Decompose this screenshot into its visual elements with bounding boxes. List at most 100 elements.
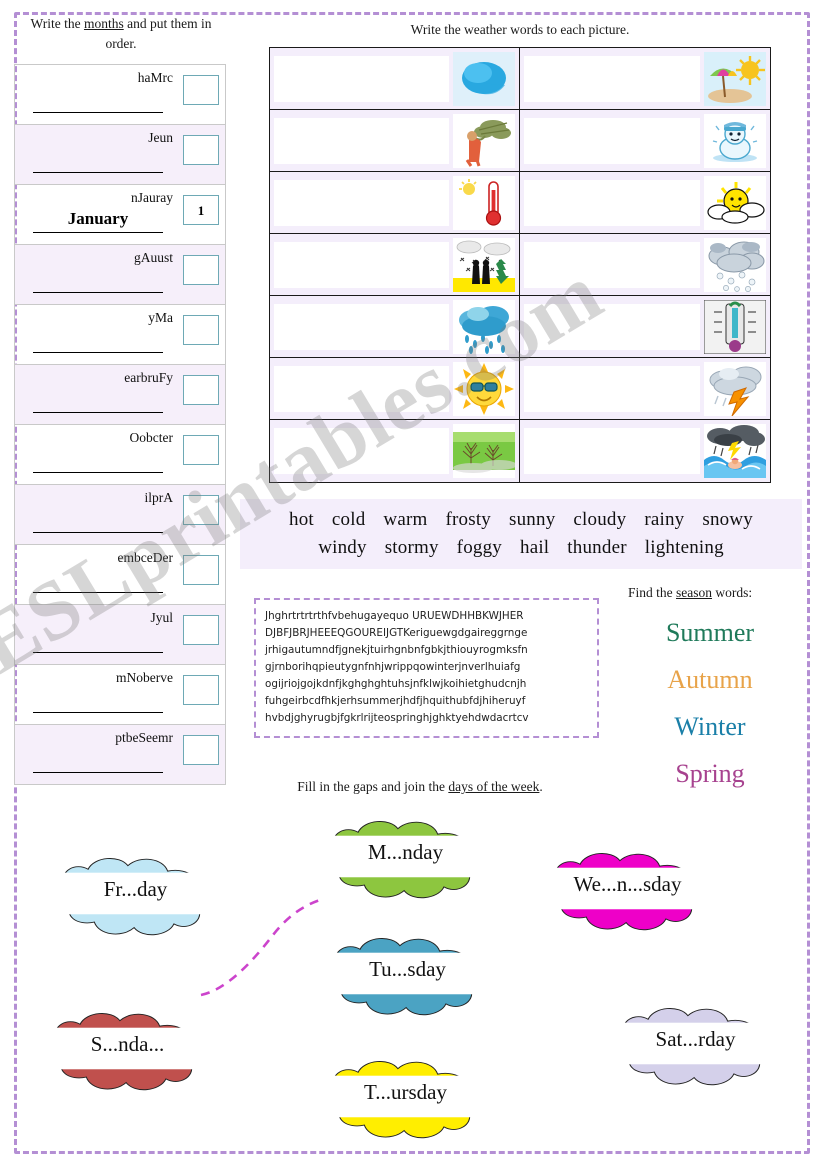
weather-answer-box[interactable] (274, 241, 449, 288)
month-order-box[interactable] (183, 494, 219, 525)
word-search-line[interactable]: Jhghrtrtrtrthfvbehugayequo URUEWDHHBKWJH… (265, 608, 588, 625)
weather-cell (270, 358, 520, 419)
month-order-box[interactable] (183, 614, 219, 645)
thermometer-hot-icon (453, 175, 515, 230)
weather-answer-box[interactable] (274, 303, 449, 350)
weather-answer-box[interactable] (274, 365, 449, 412)
word-bank-word: hail (520, 536, 550, 558)
month-order-box[interactable] (183, 734, 219, 765)
foggy-field-icon (453, 424, 515, 478)
cold-thermometer-icon (704, 299, 766, 354)
word-bank-word: warm (383, 509, 428, 530)
month-order-box[interactable]: 1 (183, 194, 219, 225)
season-word-search: Jhghrtrtrtrthfvbehugayequo URUEWDHHBKWJH… (254, 598, 599, 738)
seasons-instruction-post: words: (712, 585, 753, 600)
day-label: We...n...sday (573, 872, 682, 896)
weather-answer-box[interactable] (274, 55, 449, 102)
day-label: T...ursday (363, 1080, 447, 1104)
month-scrambled-word: haMrc (137, 69, 173, 85)
month-scrambled-word: earbruFy (124, 369, 173, 385)
weather-answer-box[interactable] (274, 428, 449, 474)
day-cloud-tuesday[interactable]: Tu...sday (310, 925, 505, 1020)
month-answer-line[interactable] (33, 651, 163, 653)
word-search-line[interactable]: hvbdjghyrugbjfgkrlrijteospringhjghktyehd… (265, 710, 588, 727)
weather-answer-box[interactable] (524, 365, 700, 412)
month-answer-line[interactable] (33, 111, 163, 113)
weather-row (270, 420, 770, 482)
month-order-box[interactable] (183, 674, 219, 705)
word-bank-word: sunny (509, 509, 556, 530)
month-order-box[interactable] (183, 254, 219, 285)
day-cloud-friday[interactable]: Fr...day (38, 845, 233, 940)
word-search-line[interactable]: DJBFJBRJHEEEQGOUREIJGTKeriguewgdgaireggr… (265, 625, 588, 642)
month-answer-line[interactable] (33, 591, 163, 593)
month-order-box[interactable] (183, 554, 219, 585)
word-bank-row-1: hot cold warm frosty sunny cloudy rainy snowy (246, 506, 796, 534)
weather-cell (520, 172, 770, 233)
season-word-spring: Spring (675, 759, 745, 788)
day-cloud-monday[interactable]: M...nday (308, 808, 503, 903)
day-label: Fr...day (103, 877, 168, 901)
day-cloud-wednesday[interactable]: We...n...sday (530, 840, 725, 935)
weather-cell (270, 420, 520, 482)
weather-instruction: Write the weather words to each picture. (410, 22, 630, 37)
season-word-summer: Summer (665, 618, 755, 647)
weather-row (270, 234, 770, 296)
weather-row (270, 110, 770, 172)
weather-cell (270, 234, 520, 295)
weather-answer-box[interactable] (524, 241, 700, 288)
word-search-line[interactable]: jrhigautumndfjgnekjtuirhgnbnfgbkjthiouyr… (265, 642, 588, 659)
month-answer-line[interactable] (33, 711, 163, 713)
month-order-box[interactable] (183, 74, 219, 105)
day-cloud-saturday[interactable]: Sat...rday (598, 995, 793, 1090)
word-search-line[interactable]: ogijriojgojkdnfjkghghghtuhsjnfklwjkoihie… (265, 676, 588, 693)
weather-cell (270, 296, 520, 357)
word-search-line[interactable]: fuhgeirbcdfhkjerhsummerjhdfjhquithubfdjh… (265, 693, 588, 710)
month-answer-line[interactable] (33, 771, 163, 773)
word-bank-word: snowy (702, 509, 753, 530)
month-scrambled-word: yMa (148, 309, 173, 325)
day-cloud-sunday[interactable]: S...nda... (30, 1000, 225, 1095)
month-answer-line[interactable] (33, 531, 163, 533)
weather-answer-box[interactable] (274, 179, 449, 226)
month-order-box[interactable] (183, 314, 219, 345)
weather-answer-box[interactable] (524, 117, 700, 164)
month-scrambled-word: Jyul (150, 609, 173, 625)
month-answer-line[interactable] (33, 351, 163, 353)
month-answer-line[interactable] (33, 471, 163, 473)
month-row: gAuust (15, 244, 225, 305)
month-scrambled-word: embceDer (117, 549, 173, 565)
month-answer-line[interactable] (33, 171, 163, 173)
days-instruction: Fill in the gaps and join the days of th… (250, 779, 590, 795)
word-bank-word: stormy (384, 536, 439, 558)
seasons-list: Summer Autumn Winter Spring (610, 618, 810, 789)
month-row: embceDer (15, 545, 225, 605)
weather-answer-box[interactable] (524, 428, 700, 474)
month-order-box[interactable] (183, 374, 219, 405)
months-instruction: Write the months and put them in order. (14, 14, 228, 55)
month-answer-line[interactable] (33, 231, 163, 233)
month-scrambled-word: Jeun (148, 129, 173, 145)
windy-tree-person-icon (453, 113, 515, 168)
weather-answer-box[interactable] (524, 303, 700, 350)
weather-row (270, 358, 770, 420)
weather-cell (270, 172, 520, 233)
seasons-instruction-link: season (676, 585, 713, 600)
weather-row (270, 296, 770, 358)
month-answer-line[interactable] (33, 411, 163, 413)
month-answer-line[interactable] (33, 291, 163, 293)
weather-answer-box[interactable] (524, 179, 700, 226)
weather-answer-box[interactable] (274, 117, 449, 164)
weather-answer-box[interactable] (524, 55, 700, 102)
day-cloud-thursday[interactable]: T...ursday (308, 1048, 503, 1143)
weather-cell (520, 110, 770, 171)
word-bank-word: frosty (445, 509, 491, 530)
word-bank-word: cold (331, 509, 366, 530)
word-search-line[interactable]: gjrnborihqpieutygnfnhjwrippqowinterjnver… (265, 659, 588, 676)
month-row: Jeun (15, 124, 225, 185)
month-order-box[interactable] (183, 134, 219, 165)
seasons-section: Find the season words: Summer Autumn Winte… (610, 585, 810, 789)
blue-paint-splash-icon (453, 51, 515, 106)
weather-cell (520, 296, 770, 357)
month-order-box[interactable] (183, 434, 219, 465)
